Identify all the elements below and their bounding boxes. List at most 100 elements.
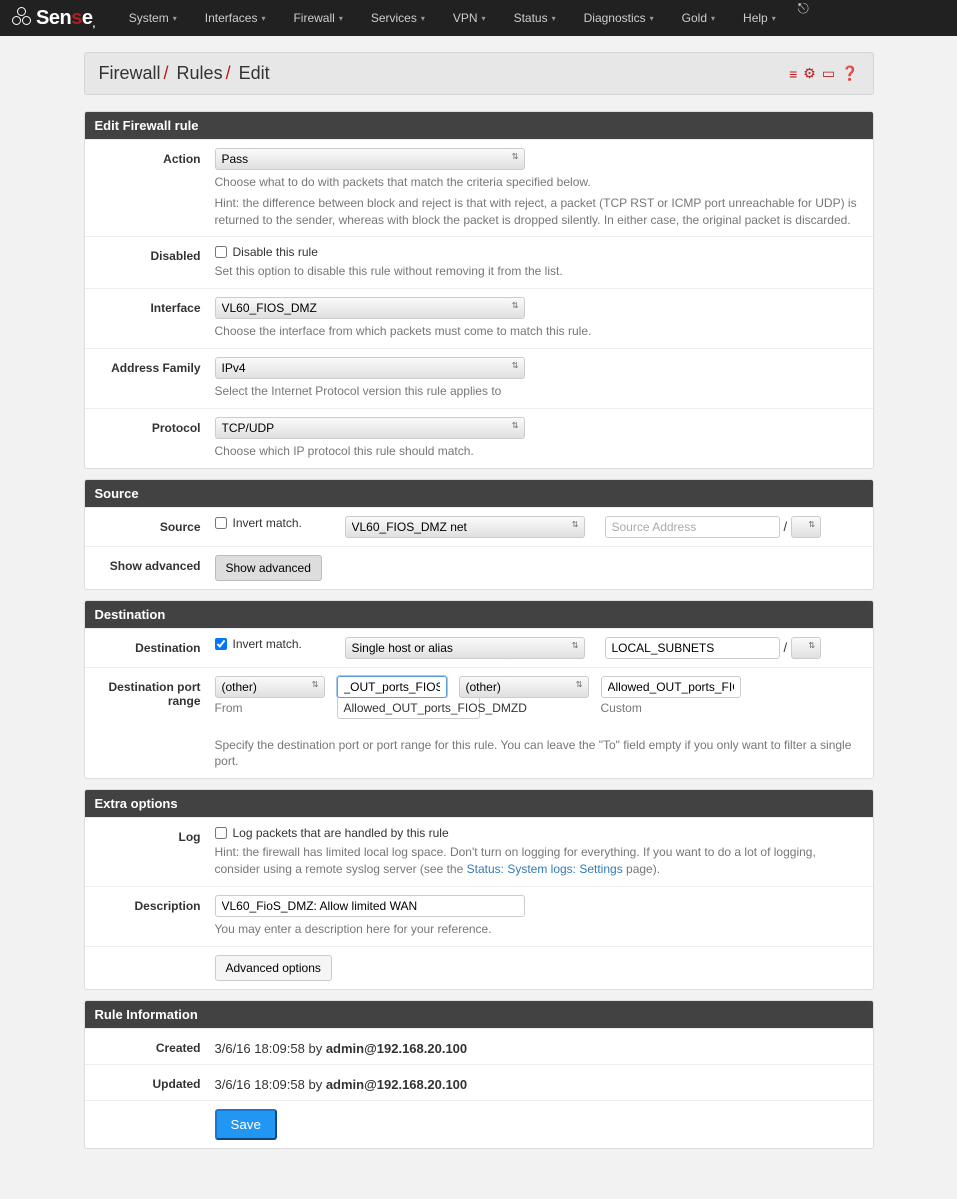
chevron-down-icon: ▾ — [772, 14, 776, 23]
breadcrumb: Firewall/ Rules/ Edit — [99, 63, 270, 84]
source-address-input[interactable] — [605, 516, 780, 538]
panel-header-ruleinfo: Rule Information — [85, 1001, 873, 1028]
dest-mask-slash: / — [784, 640, 788, 655]
label-action: Action — [85, 148, 215, 228]
panel-extra: Extra options Log Log packets that are h… — [84, 789, 874, 989]
nav-firewall[interactable]: Firewall ▾ — [279, 0, 356, 36]
top-navbar: Sense, System ▾ Interfaces ▾ Firewall ▾ … — [0, 0, 957, 36]
addrfam-help: Select the Internet Protocol version thi… — [215, 383, 859, 400]
breadcrumb-rules[interactable]: Rules — [177, 63, 223, 83]
book-icon[interactable]: ▭ — [822, 65, 835, 82]
dport-custom-label: Custom — [601, 701, 741, 715]
description-input[interactable] — [215, 895, 525, 917]
nav-system[interactable]: System ▾ — [115, 0, 191, 36]
dport-from-select[interactable]: (other) — [215, 676, 325, 698]
created-text: 3/6/16 18:09:58 by — [215, 1041, 326, 1056]
panel-ruleinfo: Rule Information Created 3/6/16 18:09:58… — [84, 1000, 874, 1149]
chevron-down-icon: ▾ — [711, 14, 715, 23]
dport-autocomplete-item[interactable]: Allowed_OUT_ports_FIOS_DMZD — [337, 698, 480, 719]
label-log: Log — [85, 826, 215, 878]
chevron-down-icon: ▾ — [650, 14, 654, 23]
dport-to-select[interactable]: (other) — [459, 676, 589, 698]
log-label: Log packets that are handled by this rul… — [233, 826, 449, 840]
updated-by: admin@192.168.20.100 — [326, 1077, 467, 1092]
interface-help: Choose the interface from which packets … — [215, 323, 859, 340]
chevron-down-icon: ▾ — [261, 14, 265, 23]
label-interface: Interface — [85, 297, 215, 340]
page-actions: ≡ ⚙ ▭ ❓ — [789, 65, 858, 82]
nav-gold[interactable]: Gold ▾ — [668, 0, 729, 36]
source-type-select[interactable]: VL60_FIOS_DMZ net — [345, 516, 585, 538]
log-checkbox[interactable] — [215, 827, 227, 839]
help-icon[interactable]: ❓ — [841, 65, 858, 82]
source-invert-checkbox[interactable] — [215, 517, 227, 529]
dest-address-input[interactable] — [605, 637, 780, 659]
label-addrfam: Address Family — [85, 357, 215, 400]
addrfam-select[interactable]: IPv4 — [215, 357, 525, 379]
chevron-down-icon: ▾ — [482, 14, 486, 23]
label-destination: Destination — [85, 637, 215, 659]
label-source: Source — [85, 516, 215, 538]
protocol-select[interactable]: TCP/UDP — [215, 417, 525, 439]
panel-destination: Destination Destination Invert match. Si… — [84, 600, 874, 780]
logout-icon[interactable]: ⎋ — [798, 0, 809, 36]
chevron-down-icon: ▾ — [173, 14, 177, 23]
panel-header-edit: Edit Firewall rule — [85, 112, 873, 139]
label-description: Description — [85, 895, 215, 938]
advanced-options-button[interactable]: Advanced options — [215, 955, 332, 981]
panel-source: Source Source Invert match. VL60_FIOS_DM… — [84, 479, 874, 590]
dport-help: Specify the destination port or port ran… — [215, 737, 859, 771]
show-advanced-button[interactable]: Show advanced — [215, 555, 322, 581]
breadcrumb-bar: Firewall/ Rules/ Edit ≡ ⚙ ▭ ❓ — [84, 52, 874, 95]
dest-invert-label: Invert match. — [233, 637, 302, 651]
label-protocol: Protocol — [85, 417, 215, 460]
breadcrumb-firewall[interactable]: Firewall — [99, 63, 161, 83]
dest-invert-checkbox[interactable] — [215, 638, 227, 650]
interface-select[interactable]: VL60_FIOS_DMZ — [215, 297, 525, 319]
dport-to-custom-input[interactable] — [601, 676, 741, 698]
disable-checkbox[interactable] — [215, 246, 227, 258]
created-by: admin@192.168.20.100 — [326, 1041, 467, 1056]
description-help: You may enter a description here for you… — [215, 921, 859, 938]
nav-help[interactable]: Help ▾ — [729, 0, 790, 36]
chevron-down-icon: ▾ — [552, 14, 556, 23]
protocol-help: Choose which IP protocol this rule shoul… — [215, 443, 859, 460]
dport-from-label: From — [215, 701, 325, 715]
log-settings-link[interactable]: Status: System logs: Settings — [467, 862, 623, 876]
panel-edit-rule: Edit Firewall rule Action Pass Choose wh… — [84, 111, 874, 469]
nav-services[interactable]: Services ▾ — [357, 0, 439, 36]
logo-icon — [12, 7, 34, 29]
brand-logo[interactable]: Sense, — [12, 7, 95, 30]
gear-icon[interactable]: ⚙ — [803, 65, 816, 82]
label-updated: Updated — [85, 1073, 215, 1092]
source-mask-select[interactable] — [791, 516, 821, 538]
breadcrumb-edit: Edit — [239, 63, 270, 83]
dest-mask-select[interactable] — [791, 637, 821, 659]
label-dport: Destination port range — [85, 676, 215, 771]
log-help: Hint: the firewall has limited local log… — [215, 844, 859, 878]
dest-type-select[interactable]: Single host or alias — [345, 637, 585, 659]
dport-from-custom-input[interactable] — [337, 676, 447, 698]
action-select[interactable]: Pass — [215, 148, 525, 170]
label-disabled: Disabled — [85, 245, 215, 280]
action-help: Choose what to do with packets that matc… — [215, 174, 859, 191]
nav-status[interactable]: Status ▾ — [500, 0, 570, 36]
source-mask-slash: / — [784, 519, 788, 534]
panel-header-source: Source — [85, 480, 873, 507]
chevron-down-icon: ▾ — [421, 14, 425, 23]
nav-menu: System ▾ Interfaces ▾ Firewall ▾ Service… — [115, 0, 809, 36]
nav-interfaces[interactable]: Interfaces ▾ — [191, 0, 280, 36]
label-showadv: Show advanced — [85, 555, 215, 581]
chevron-down-icon: ▾ — [339, 14, 343, 23]
panel-header-destination: Destination — [85, 601, 873, 628]
label-created: Created — [85, 1037, 215, 1056]
panel-header-extra: Extra options — [85, 790, 873, 817]
updated-text: 3/6/16 18:09:58 by — [215, 1077, 326, 1092]
nav-diagnostics[interactable]: Diagnostics ▾ — [570, 0, 668, 36]
nav-vpn[interactable]: VPN ▾ — [439, 0, 500, 36]
brand-text: Sense, — [36, 7, 95, 30]
sliders-icon[interactable]: ≡ — [789, 66, 797, 82]
save-button[interactable]: Save — [215, 1109, 277, 1140]
source-invert-label: Invert match. — [233, 516, 302, 530]
disable-help: Set this option to disable this rule wit… — [215, 263, 859, 280]
